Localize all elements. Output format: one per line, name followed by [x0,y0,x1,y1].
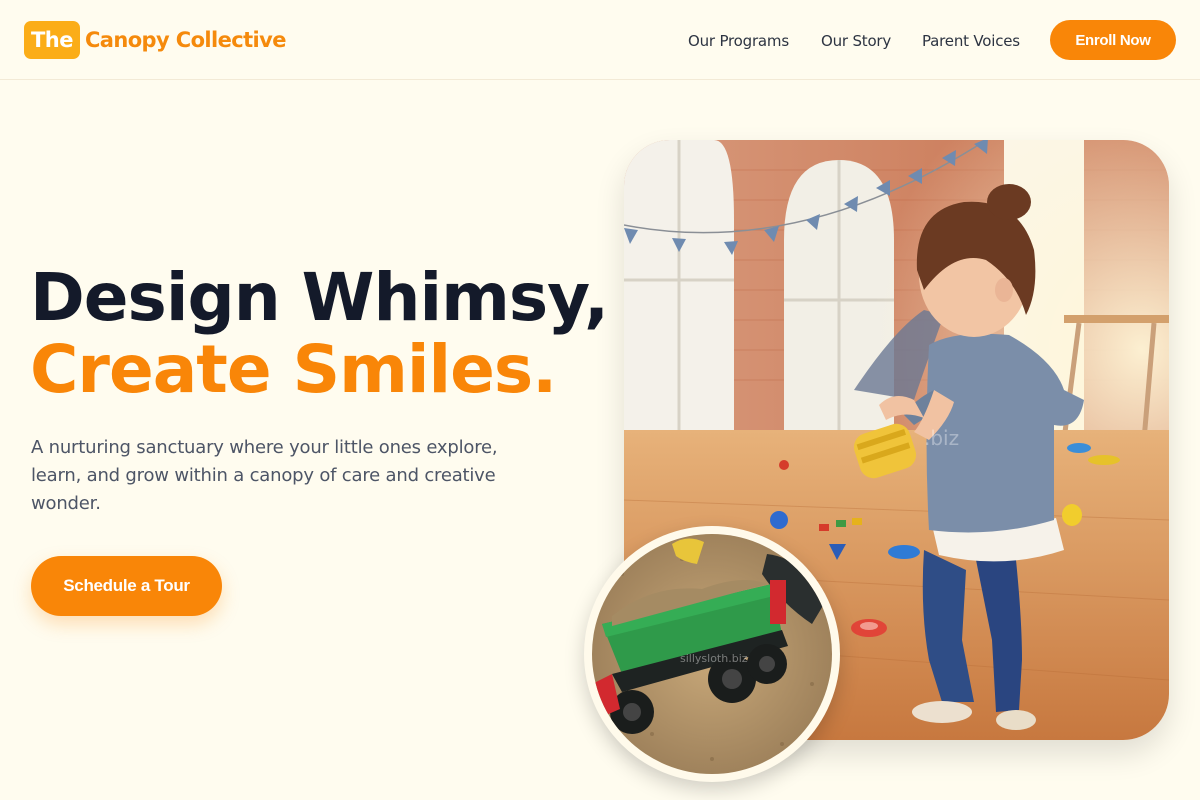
nav-link-our-story[interactable]: Our Story [821,32,922,50]
logo-badge: The [24,21,80,59]
hero-title-line1: Design Whimsy, [30,259,609,336]
hero-title-line2: Create Smiles. [30,331,557,408]
main-nav: Our Programs Our Story Parent Voices [688,30,1032,52]
inset-photo-frame: sillysloth.biz [592,534,832,774]
svg-text:sillysloth.biz: sillysloth.biz [680,652,748,665]
nav-link-our-programs[interactable]: Our Programs [688,32,821,50]
brand-logo[interactable]: The Canopy Collective [24,21,286,59]
toy-truck-sand-image: sillysloth.biz [592,534,832,774]
site-header: The Canopy Collective Our Programs Our S… [0,0,1200,80]
schedule-tour-button[interactable]: Schedule a Tour [31,556,222,616]
svg-text:.biz: .biz [924,426,959,450]
brand-name: Canopy Collective [85,28,286,52]
nav-link-parent-voices[interactable]: Parent Voices [922,32,1032,50]
hero-inset-photo: sillysloth.biz [584,526,840,782]
hero-title: Design Whimsy, Create Smiles. [30,262,610,406]
hero-subtitle: A nurturing sanctuary where your little … [31,437,498,514]
enroll-now-button[interactable]: Enroll Now [1050,20,1176,60]
